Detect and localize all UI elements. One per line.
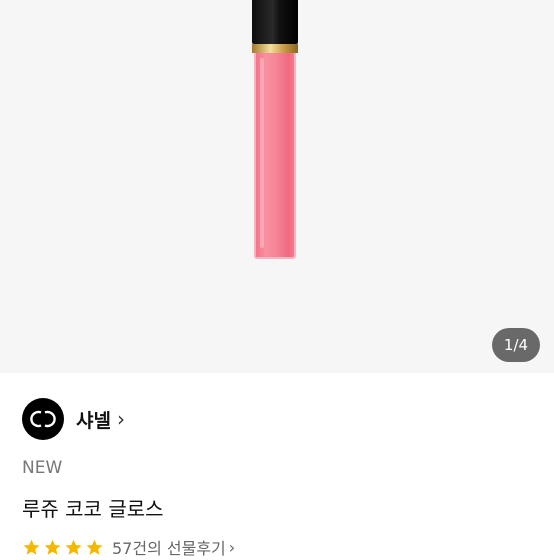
product-title: 루쥬 코코 글로스 xyxy=(22,497,164,521)
brand-name: 샤넬 xyxy=(76,409,111,432)
lipgloss-shine xyxy=(260,58,264,248)
image-counter-badge: 1/4 xyxy=(492,328,540,362)
brand-link[interactable]: 샤넬 › xyxy=(22,397,125,441)
new-badge: NEW xyxy=(22,458,63,478)
image-counter-text: 1/4 xyxy=(503,336,529,354)
review-count-link[interactable]: 57건의 선물후기 xyxy=(112,535,226,559)
product-image xyxy=(252,0,298,262)
lipgloss-gold-ring xyxy=(252,44,298,53)
product-image-gallery[interactable]: 1/4 xyxy=(0,0,554,373)
chevron-right-icon: › xyxy=(116,407,125,431)
lipgloss-cap xyxy=(252,0,298,44)
rating-row[interactable]: 57건의 선물후기 › xyxy=(22,534,235,560)
chanel-logo-icon xyxy=(22,398,64,440)
